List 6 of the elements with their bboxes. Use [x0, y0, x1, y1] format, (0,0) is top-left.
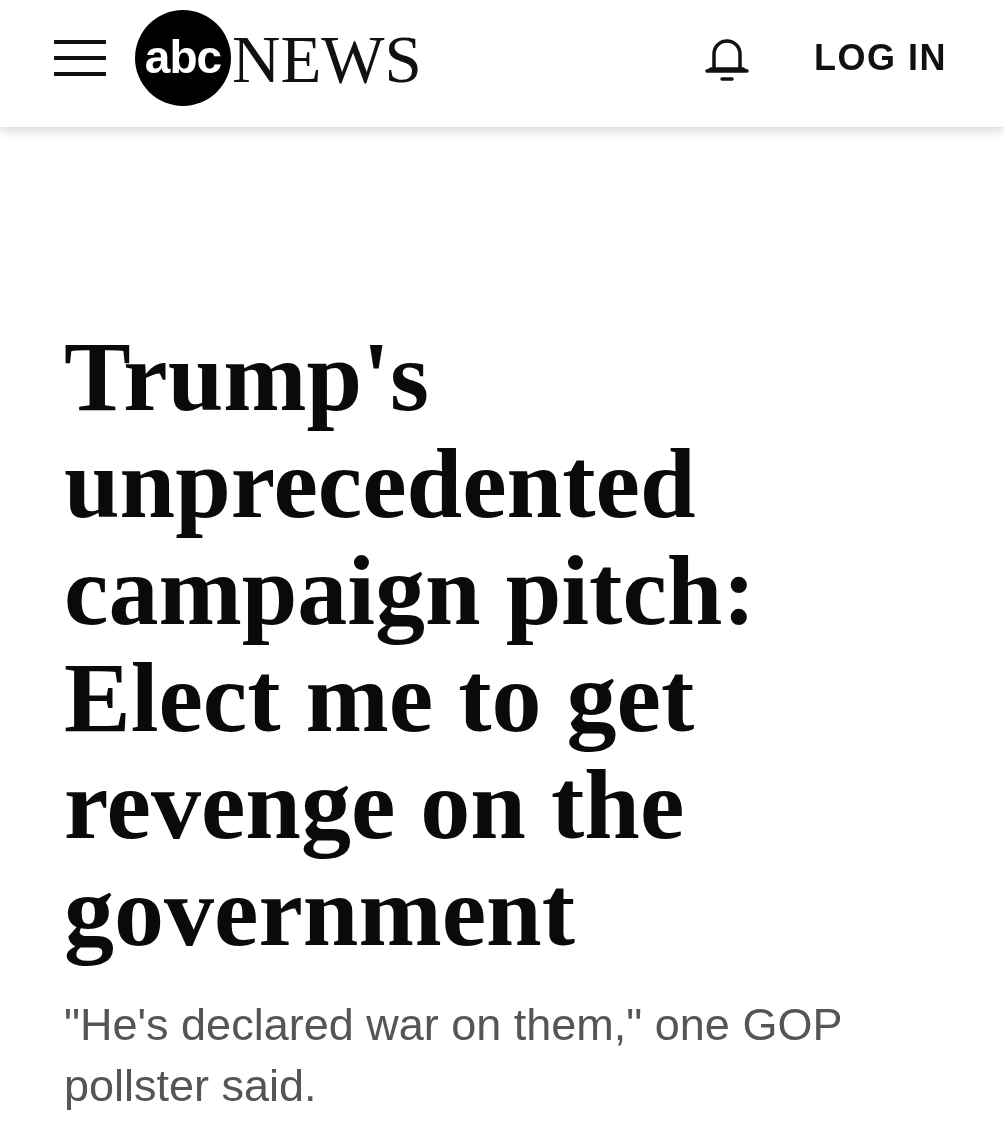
logo-wordmark[interactable]: NEWS — [232, 26, 422, 93]
login-button[interactable]: LOG IN — [814, 39, 947, 76]
menu-icon[interactable] — [54, 39, 106, 76]
logo-badge[interactable]: abc — [135, 9, 231, 106]
article-headline: Trump's unprecedented campaign pitch: Elect me to get revenge on the government — [64, 323, 757, 965]
article-subheadline: "He's declared war on them," one GOP pollster said. — [64, 998, 843, 1113]
